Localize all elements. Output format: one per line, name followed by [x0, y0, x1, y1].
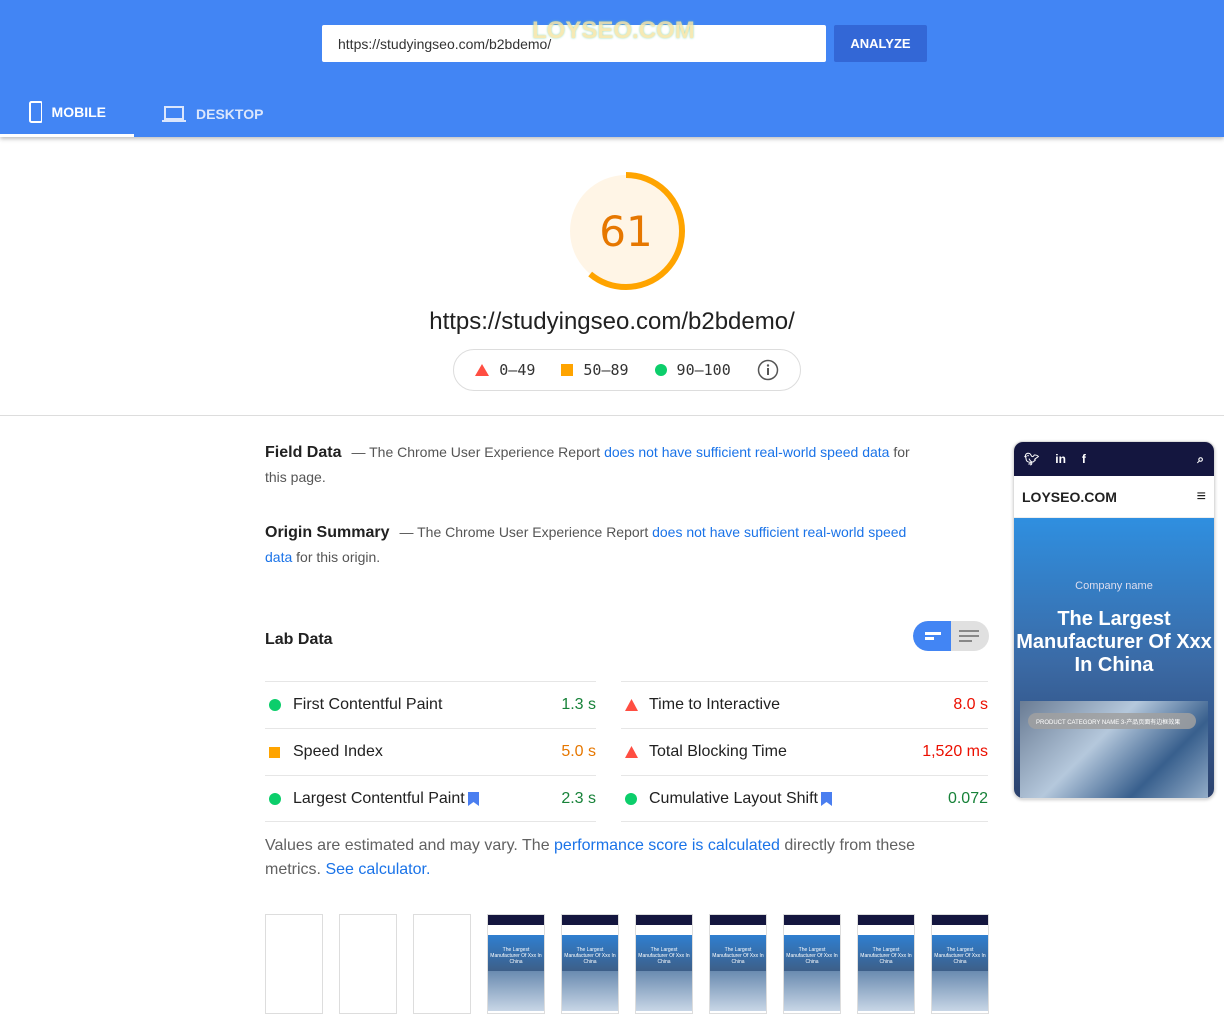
- performance-score: 61: [599, 206, 653, 256]
- metric-row: First Contentful Paint 1.3 s: [265, 681, 596, 728]
- long-lines-icon[interactable]: [951, 621, 989, 651]
- summary-view-button[interactable]: [913, 621, 951, 651]
- search-icon: ⌕: [1197, 451, 1204, 466]
- filmstrip-frame: The Largest Manufacturer Of Xxx In China: [487, 914, 545, 1014]
- phone-icon: [29, 101, 42, 123]
- field-text: — The Chrome User Experience Report: [351, 444, 605, 460]
- lab-data-title: Lab Data: [265, 631, 333, 648]
- metric-name: Speed Index: [293, 743, 383, 760]
- field-data: Field Data — The Chrome User Experience R…: [265, 440, 925, 489]
- green-circle-icon: [654, 364, 667, 376]
- metric-row: Speed Index 5.0 s: [265, 728, 596, 775]
- metric-value: 0.072: [947, 789, 988, 807]
- tab-mobile[interactable]: MOBILE: [0, 90, 134, 137]
- info-icon[interactable]: [757, 359, 779, 381]
- metric-name: Total Blocking Time: [649, 743, 787, 760]
- status-icon: [621, 792, 649, 805]
- category-pill: PRODUCT CATEGORY NAME 3-产品页面有边框效果: [1028, 713, 1196, 729]
- status-icon: [265, 792, 293, 805]
- metric-value: 5.0 s: [561, 743, 596, 760]
- metrics-right: Time to Interactive 8.0 s Total Blocking…: [621, 681, 988, 822]
- metric-row: Time to Interactive 8.0 s: [621, 681, 988, 728]
- metric-name: First Contentful Paint: [293, 696, 443, 713]
- menu-icon: ≡: [1196, 487, 1206, 505]
- filmstrip-frame: [413, 914, 471, 1014]
- note-text: Values are estimated and may vary. The: [265, 837, 555, 854]
- legend-poor: 0–49: [475, 361, 535, 379]
- metric-row: Total Blocking Time 1,520 ms: [621, 728, 988, 775]
- metrics-note: Values are estimated and may vary. The p…: [265, 834, 945, 882]
- filmstrip-frame: The Largest Manufacturer Of Xxx In China: [709, 914, 767, 1014]
- watermark: LOYSEO.COM: [532, 17, 695, 44]
- score-calculated-link[interactable]: performance score is calculated: [554, 837, 780, 854]
- company-name: Company name: [1075, 580, 1153, 592]
- twitter-icon: 🐦︎: [1024, 452, 1040, 466]
- green-circle-icon: [269, 699, 281, 711]
- filmstrip-frame: The Largest Manufacturer Of Xxx In China: [783, 914, 841, 1014]
- origin-summary: Origin Summary — The Chrome User Experien…: [265, 520, 915, 569]
- origin-summary-title: Origin Summary: [265, 524, 390, 541]
- filmstrip-frame: The Largest Manufacturer Of Xxx In China: [561, 914, 619, 1014]
- linkedin-icon: in: [1055, 452, 1066, 466]
- hero: Company name The Largest Manufacturer Of…: [1014, 518, 1214, 798]
- metric-value: 1,520 ms: [922, 743, 988, 760]
- metric-name: Cumulative Layout Shift: [649, 790, 948, 808]
- green-circle-icon: [625, 792, 637, 805]
- hero-headline: The Largest Manufacturer Of Xxx In China: [1016, 608, 1212, 676]
- bookmark-icon: [467, 791, 479, 806]
- divider: [0, 415, 1224, 416]
- orange-square-icon: [269, 746, 280, 758]
- green-circle-icon: [269, 792, 281, 805]
- tab-desktop[interactable]: DESKTOP: [134, 90, 291, 137]
- social-bar: 🐦︎ in f ⌕: [1014, 442, 1214, 476]
- bookmark-icon: [820, 791, 832, 806]
- short-lines-icon: [925, 632, 941, 640]
- filmstrip-frame: The Largest Manufacturer Of Xxx In China: [635, 914, 693, 1014]
- facebook-icon: f: [1081, 452, 1086, 466]
- origin-text: — The Chrome User Experience Report: [399, 524, 653, 540]
- metrics-left: First Contentful Paint 1.3 s Speed Index…: [265, 681, 596, 822]
- page-screenshot: 🐦︎ in f ⌕ LOYSEO.COM ≡ Company name The Larg…: [1013, 441, 1215, 799]
- filmstrip-frame: [339, 914, 397, 1014]
- site-logo: LOYSEO.COM: [1022, 488, 1117, 505]
- red-triangle-icon: [625, 746, 638, 758]
- filmstrip: The Largest Manufacturer Of Xxx In China…: [265, 914, 989, 1014]
- metric-name: Time to Interactive: [649, 696, 781, 713]
- legend-average: 50–89: [561, 361, 629, 379]
- origin-text-end: for this origin.: [292, 549, 381, 565]
- metric-value: 2.3 s: [561, 789, 596, 807]
- filmstrip-frame: [265, 914, 323, 1014]
- status-icon: [265, 746, 293, 758]
- tab-label: DESKTOP: [196, 105, 264, 122]
- status-icon: [265, 699, 293, 711]
- field-data-title: Field Data: [265, 444, 342, 461]
- metric-name: Largest Contentful Paint: [293, 790, 561, 808]
- status-icon: [621, 746, 649, 758]
- filmstrip-frame: The Largest Manufacturer Of Xxx In China: [857, 914, 915, 1014]
- analyze-button[interactable]: ANALYZE: [834, 25, 927, 62]
- see-calculator-link[interactable]: See calculator.: [325, 861, 430, 878]
- red-triangle-icon: [475, 364, 490, 376]
- metric-row: Largest Contentful Paint 2.3 s: [265, 775, 596, 822]
- score-legend: 0–49 50–89 90–100: [453, 349, 801, 391]
- orange-square-icon: [561, 364, 574, 376]
- tab-label: MOBILE: [51, 104, 106, 120]
- header: ANALYZE LOYSEO.COM MOBILE DESKTOP: [0, 0, 1224, 137]
- analyzed-url: https://studyingseo.com/b2bdemo/: [429, 308, 795, 335]
- red-triangle-icon: [625, 699, 638, 711]
- metric-value: 1.3 s: [561, 696, 596, 713]
- legend-good: 90–100: [654, 361, 731, 379]
- laptop-icon: [162, 105, 186, 122]
- status-icon: [621, 699, 649, 711]
- metric-row: Cumulative Layout Shift 0.072: [621, 775, 988, 822]
- metric-value: 8.0 s: [953, 696, 988, 713]
- field-data-link[interactable]: does not have sufficient real-world spee…: [604, 444, 889, 460]
- filmstrip-frame: The Largest Manufacturer Of Xxx In China: [931, 914, 989, 1014]
- view-toggle[interactable]: [913, 621, 989, 651]
